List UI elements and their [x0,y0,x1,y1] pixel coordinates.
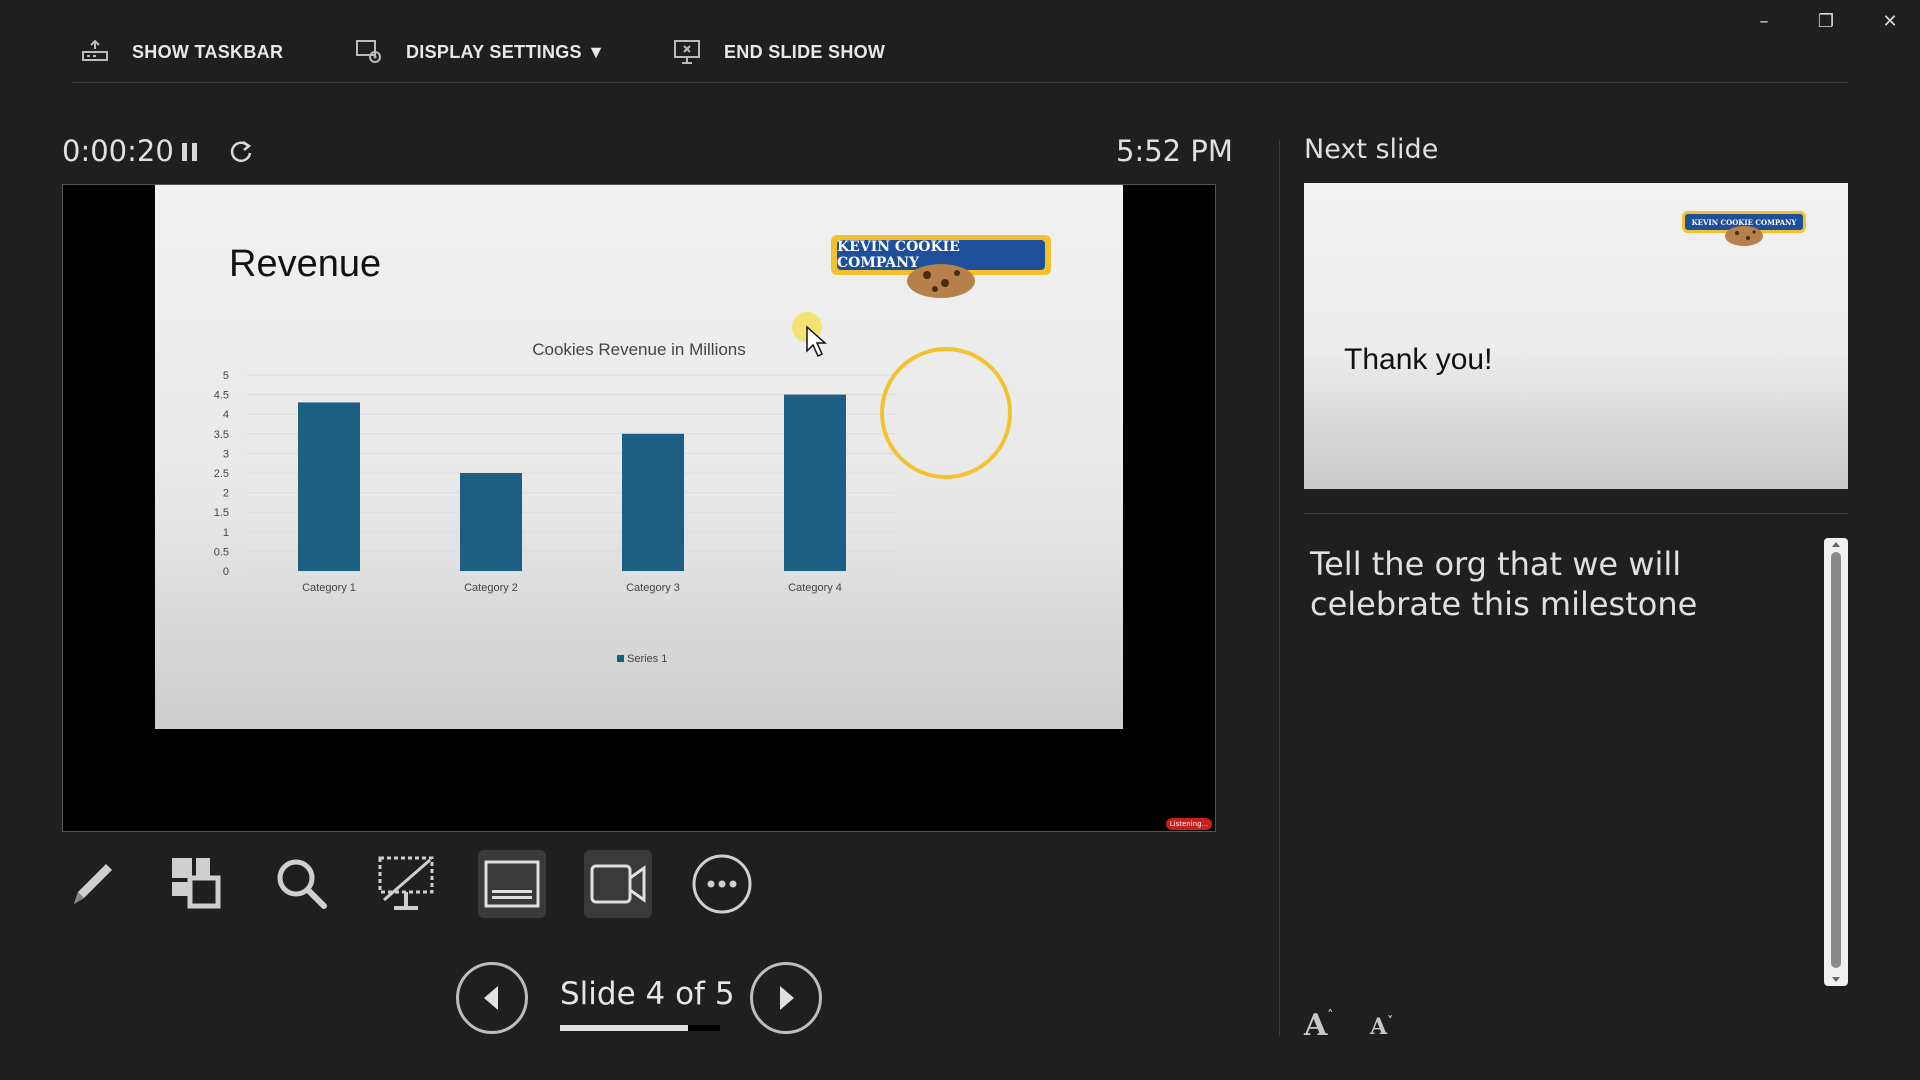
cursor-icon [792,312,827,358]
x-tick-label: Category 4 [788,582,842,594]
bar [460,473,522,571]
increase-font-button[interactable]: A˄ [1304,1008,1333,1043]
see-all-slides-button[interactable] [162,850,230,918]
decrease-font-icon: A [1370,1014,1388,1040]
highlight-circle [880,347,1012,479]
pane-divider[interactable] [1279,140,1280,1036]
subtitles-button[interactable] [478,850,546,918]
end-slide-show-button[interactable]: END SLIDE SHOW [672,38,885,66]
magnifier-icon [277,859,327,909]
elapsed-timer: 0:00:20 [62,134,174,168]
black-screen-button[interactable] [372,850,440,918]
notes-scroll-thumb[interactable] [1831,552,1841,968]
current-slide[interactable]: Revenue KEVIN COOKIE COMPANY Cookies Rev… [155,185,1123,729]
x-tick-label: Category 1 [302,582,356,594]
y-tick-label: 2 [223,488,229,500]
display-settings-button[interactable]: DISPLAY SETTINGS ▼ [354,38,605,66]
chart-title: Cookies Revenue in Millions [532,340,746,359]
y-tick-label: 4.5 [214,390,229,402]
slide-progress-fill [560,1025,688,1031]
end-show-icon [674,40,700,64]
y-tick-label: 5 [223,370,229,382]
bar [298,402,360,571]
show-taskbar-label: SHOW TASKBAR [132,41,284,62]
revenue-chart: Cookies Revenue in Millions 0 0.5 1 1.5 2 2.5… [214,340,1012,665]
listening-badge: Listening... [1166,818,1212,830]
slides-grid-icon [172,858,221,909]
subtitles-icon [484,860,540,908]
slide-progress [560,1025,720,1031]
legend-swatch [617,655,624,662]
screen-off-icon [378,856,434,910]
display-settings-icon [356,40,381,63]
next-slide-preview[interactable]: KEVIN COOKIE COMPANY Thank you! [1304,183,1848,489]
x-tick-label: Category 3 [626,582,680,594]
previous-slide-button[interactable] [456,962,528,1034]
end-slide-show-label: END SLIDE SHOW [724,41,886,62]
current-slide-stage: Revenue KEVIN COOKIE COMPANY Cookies Rev… [62,184,1216,832]
previous-icon [484,986,498,1010]
scroll-down-icon[interactable] [1830,976,1842,984]
presenter-toolbar: SHOW TASKBAR DISPLAY SETTINGS ▼ END SLID… [72,20,1848,83]
bar [784,394,846,571]
decrease-font-button[interactable]: A˅ [1370,1014,1393,1040]
y-tick-label: 3.5 [214,429,229,441]
restart-timer-icon[interactable] [227,138,255,166]
legend-label: Series 1 [627,653,667,665]
y-tick-label: 1.5 [214,507,229,519]
zoom-button[interactable] [268,850,336,918]
next-company-logo: KEVIN COOKIE COMPANY [1682,211,1806,246]
y-tick-label: 1 [223,527,229,539]
pen-icon [74,864,112,904]
increase-font-icon: A [1304,1008,1328,1043]
notes-separator [1304,513,1848,514]
x-tick-label: Category 2 [464,582,518,594]
camera-button[interactable] [584,850,652,918]
notes-scrollbar[interactable] [1824,538,1848,986]
next-slide-text: Thank you! [1344,343,1493,376]
taskbar-icon [82,39,108,61]
y-tick-label: 3 [223,448,229,460]
next-slide-label: Next slide [1304,134,1439,165]
slide-counter: Slide 4 of 5 [560,976,735,1012]
scroll-up-icon[interactable] [1830,540,1842,548]
clock: 5:52 PM [1116,134,1233,168]
next-slide-button[interactable] [750,962,822,1034]
y-tick-label: 0 [223,566,229,578]
next-cookie-icon [1725,226,1763,246]
pen-tool-button[interactable] [58,850,126,918]
y-tick-label: 0.5 [214,546,229,558]
pause-icon[interactable] [176,138,204,166]
more-icon [692,854,752,914]
display-settings-label: DISPLAY SETTINGS ▼ [406,41,606,62]
more-options-button[interactable] [688,850,756,918]
camera-icon [590,864,646,904]
show-taskbar-button[interactable]: SHOW TASKBAR [80,38,283,66]
y-tick-label: 2.5 [214,468,229,480]
close-button[interactable]: ✕ [1870,8,1910,34]
y-tick-label: 4 [223,409,229,421]
bar [622,433,684,571]
speaker-notes[interactable]: Tell the org that we will celebrate this… [1310,544,1820,624]
next-icon [780,986,794,1010]
